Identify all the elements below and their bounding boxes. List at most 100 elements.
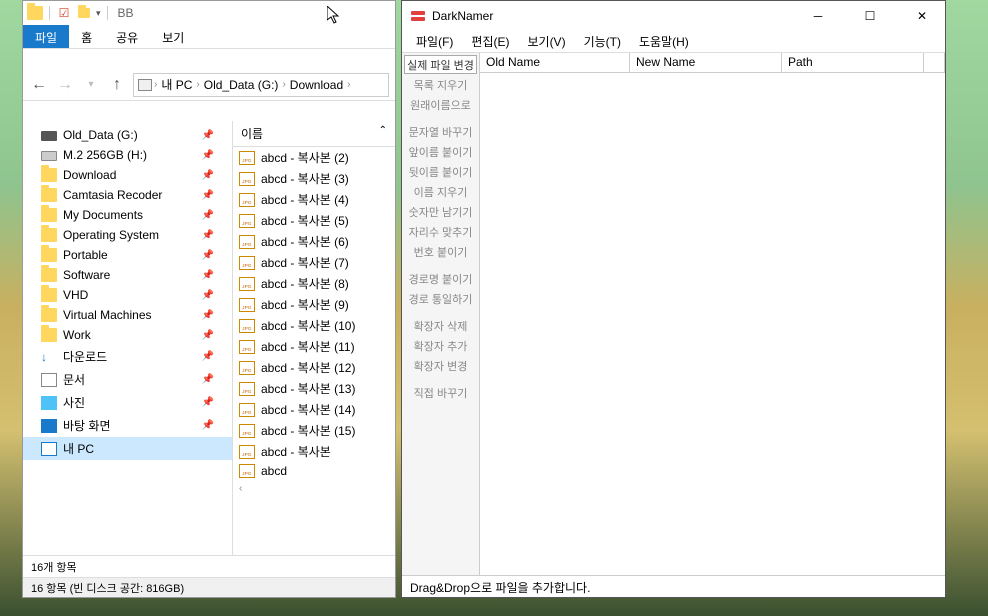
chevron-right-icon[interactable]: ›	[347, 79, 350, 90]
action-button[interactable]: 직접 바꾸기	[404, 383, 477, 402]
desktop-icon	[41, 419, 57, 433]
tree-item[interactable]: 문서📌	[23, 368, 232, 391]
maximize-button[interactable]: ☐	[847, 1, 893, 31]
tree-item[interactable]: Operating System📌	[23, 225, 232, 245]
pin-icon: 📌	[202, 230, 214, 241]
chevron-right-icon[interactable]: ›	[282, 79, 285, 90]
tree-item[interactable]: VHD📌	[23, 285, 232, 305]
minimize-button[interactable]: ─	[795, 1, 841, 31]
file-row[interactable]: abcd - 복사본 (7)	[233, 252, 395, 273]
tab-home[interactable]: 홈	[69, 25, 104, 48]
darknamer-titlebar[interactable]: DarkNamer ─ ☐ ✕	[402, 1, 945, 31]
back-button[interactable]: ←	[29, 75, 49, 95]
menu-func[interactable]: 기능(T)	[576, 31, 629, 52]
pin-icon: 📌	[202, 397, 214, 408]
status-bar-2: 16 항목 (빈 디스크 공간: 816GB)	[23, 577, 395, 597]
tree-item[interactable]: 사진📌	[23, 391, 232, 414]
tab-view[interactable]: 보기	[150, 25, 196, 48]
qat-dropdown-icon[interactable]: ▾	[96, 8, 101, 19]
forward-button[interactable]: →	[55, 75, 75, 95]
file-row[interactable]: abcd - 복사본 (6)	[233, 231, 395, 252]
tree-item[interactable]: ↓다운로드📌	[23, 345, 232, 368]
menu-file[interactable]: 파일(F)	[408, 31, 461, 52]
breadcrumb-part[interactable]: Download	[288, 78, 345, 92]
folder-small-icon[interactable]	[76, 5, 92, 21]
file-row[interactable]: abcd - 복사본 (13)	[233, 378, 395, 399]
file-row[interactable]: abcd - 복사본 (10)	[233, 315, 395, 336]
file-list[interactable]: 이름 ⌃ abcd - 복사본 (2)abcd - 복사본 (3)abcd - …	[233, 121, 395, 555]
file-row[interactable]: abcd - 복사본	[233, 441, 395, 462]
tree-item[interactable]: Virtual Machines📌	[23, 305, 232, 325]
horizontal-scroll-left[interactable]: ‹	[233, 480, 395, 496]
pin-icon: 📌	[202, 170, 214, 181]
menu-help[interactable]: 도움말(H)	[631, 31, 697, 52]
action-button[interactable]: 경로 통일하기	[404, 289, 477, 308]
tree-item[interactable]: Software📌	[23, 265, 232, 285]
action-button[interactable]: 실제 파일 변경	[404, 55, 477, 74]
file-row[interactable]: abcd - 복사본 (3)	[233, 168, 395, 189]
file-name: abcd - 복사본 (13)	[261, 380, 355, 397]
file-row[interactable]: abcd - 복사본 (4)	[233, 189, 395, 210]
col-old-name[interactable]: Old Name	[480, 53, 630, 72]
tree-item[interactable]: Portable📌	[23, 245, 232, 265]
chevron-right-icon[interactable]: ›	[154, 79, 157, 90]
folder-icon	[41, 208, 57, 222]
action-button[interactable]: 숫자만 남기기	[404, 202, 477, 221]
tree-item[interactable]: 내 PC	[23, 437, 232, 460]
col-label: 이름	[241, 125, 263, 142]
col-extra[interactable]	[924, 53, 945, 72]
col-path[interactable]: Path	[782, 53, 924, 72]
breadcrumb-part[interactable]: Old_Data (G:)	[202, 78, 281, 92]
file-row[interactable]: abcd - 복사본 (8)	[233, 273, 395, 294]
file-row[interactable]: abcd - 복사본 (5)	[233, 210, 395, 231]
action-button[interactable]: 번호 붙이기	[404, 242, 477, 261]
folder-icon	[27, 5, 43, 21]
action-button[interactable]: 목록 지우기	[404, 75, 477, 94]
file-row[interactable]: abcd - 복사본 (9)	[233, 294, 395, 315]
tree-item[interactable]: M.2 256GB (H:)📌	[23, 145, 232, 165]
action-button[interactable]: 문자열 바꾸기	[404, 122, 477, 141]
tree-item[interactable]: 바탕 화면📌	[23, 414, 232, 437]
action-button[interactable]: 원래이름으로	[404, 95, 477, 114]
up-button[interactable]: ↑	[107, 75, 127, 95]
file-row[interactable]: abcd - 복사본 (12)	[233, 357, 395, 378]
action-button[interactable]: 확장자 삭제	[404, 316, 477, 335]
action-button[interactable]: 자리수 맞추기	[404, 222, 477, 241]
jpg-icon	[239, 319, 255, 333]
file-row[interactable]: abcd - 복사본 (14)	[233, 399, 395, 420]
breadcrumb-part[interactable]: 내 PC	[159, 76, 194, 93]
explorer-titlebar[interactable]: ☑ ▾ BB	[23, 1, 395, 25]
col-new-name[interactable]: New Name	[630, 53, 782, 72]
action-button[interactable]: 경로명 붙이기	[404, 269, 477, 288]
file-row[interactable]: abcd - 복사본 (11)	[233, 336, 395, 357]
action-button[interactable]: 확장자 변경	[404, 356, 477, 375]
menu-view[interactable]: 보기(V)	[519, 31, 573, 52]
tree-item[interactable]: Download📌	[23, 165, 232, 185]
checkbox-icon[interactable]: ☑	[56, 5, 72, 21]
chevron-right-icon[interactable]: ›	[196, 79, 199, 90]
jpg-icon	[239, 151, 255, 165]
file-row[interactable]: abcd - 복사본 (15)	[233, 420, 395, 441]
tree-label: My Documents	[63, 208, 143, 222]
tree-item[interactable]: Old_Data (G:)📌	[23, 125, 232, 145]
file-drop-area[interactable]	[480, 73, 945, 575]
action-button[interactable]: 뒷이름 붙이기	[404, 162, 477, 181]
action-button[interactable]: 이름 지우기	[404, 182, 477, 201]
file-name: abcd - 복사본 (7)	[261, 254, 349, 271]
column-header-name[interactable]: 이름 ⌃	[233, 121, 395, 147]
file-row[interactable]: abcd - 복사본 (2)	[233, 147, 395, 168]
tab-share[interactable]: 공유	[104, 25, 150, 48]
tree-item[interactable]: My Documents📌	[23, 205, 232, 225]
close-button[interactable]: ✕	[899, 1, 945, 31]
action-button[interactable]: 확장자 추가	[404, 336, 477, 355]
breadcrumb[interactable]: › 내 PC › Old_Data (G:) › Download ›	[133, 73, 389, 97]
menu-edit[interactable]: 편집(E)	[463, 31, 517, 52]
history-dropdown[interactable]: ▾	[81, 75, 101, 95]
action-button[interactable]: 앞이름 붙이기	[404, 142, 477, 161]
tree-item[interactable]: Work📌	[23, 325, 232, 345]
drive-dark-icon	[41, 131, 57, 141]
tab-file[interactable]: 파일	[23, 25, 69, 48]
nav-tree[interactable]: Old_Data (G:)📌M.2 256GB (H:)📌Download📌Ca…	[23, 121, 233, 555]
tree-item[interactable]: Camtasia Recoder📌	[23, 185, 232, 205]
file-row[interactable]: abcd	[233, 462, 395, 480]
